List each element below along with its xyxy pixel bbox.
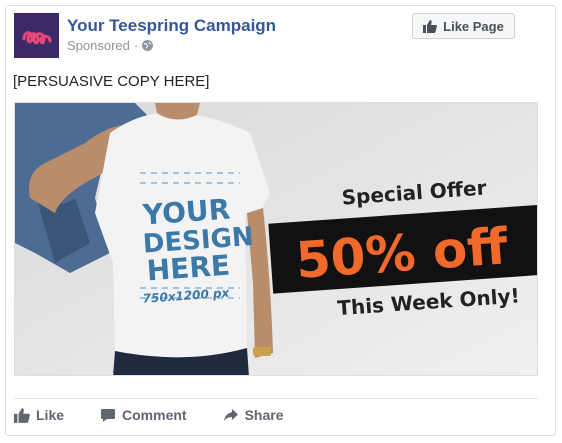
comment-label: Comment	[122, 407, 187, 423]
page-avatar[interactable]	[14, 13, 59, 58]
post-copy: [PERSUASIVE COPY HERE]	[13, 73, 210, 90]
comment-button[interactable]: Comment	[100, 407, 187, 423]
comment-icon	[101, 408, 116, 422]
share-label: Share	[244, 407, 284, 423]
sponsored-meta: Sponsored ·	[67, 38, 154, 53]
actions-divider	[14, 398, 538, 399]
like-label: Like	[36, 407, 65, 423]
like-button[interactable]: Like	[14, 407, 64, 423]
ad-image[interactable]: YOUR DESIGN HERE 750x1200 px Special Off…	[14, 102, 538, 376]
teespring-logo-icon	[22, 31, 52, 45]
shirt-text-line3: HERE	[146, 249, 231, 288]
globe-icon[interactable]	[142, 40, 154, 51]
post-actions-bar: Like Comment Share	[14, 404, 284, 426]
like-page-label: Like Page	[443, 18, 504, 34]
thumbs-up-icon	[14, 407, 30, 423]
page-name-link[interactable]: Your Teespring Campaign	[67, 16, 276, 36]
share-arrow-icon	[223, 408, 238, 421]
sponsored-label[interactable]: Sponsored	[67, 38, 130, 53]
thumbs-up-icon	[423, 19, 437, 33]
like-page-button[interactable]: Like Page	[412, 13, 515, 39]
meta-separator: ·	[133, 38, 139, 53]
share-button[interactable]: Share	[223, 407, 284, 423]
